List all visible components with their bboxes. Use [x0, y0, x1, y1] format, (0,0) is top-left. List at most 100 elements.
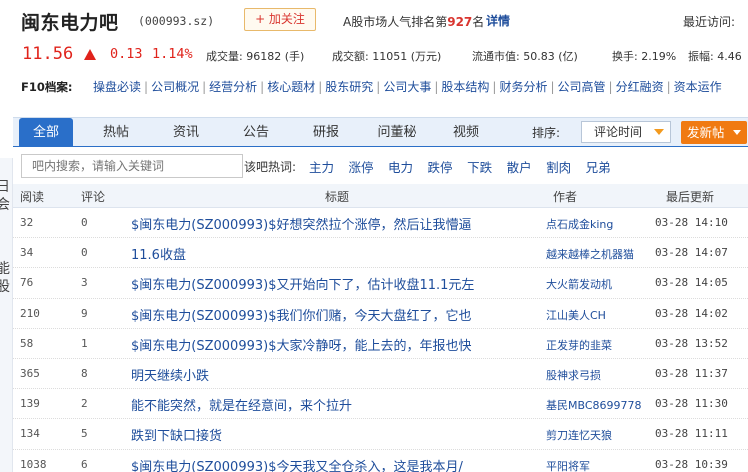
tab-announcements[interactable]: 公告 [233, 118, 279, 147]
search-row: 该吧热词: 主力涨停电力跌停下跌散户割肉兄弟 [13, 151, 748, 181]
comment-count: 3 [81, 276, 88, 290]
stock-header: 闽东电力吧 (000993.sz) + 加关注 A股市场人气排名第927名 详情… [0, 0, 748, 40]
table-row: 32 0 $闽东电力(SZ000993)$好想突然拉个涨停，然后让我懵逼 点石成… [13, 208, 748, 239]
sidebar-char: 日 [0, 176, 10, 196]
hot-word-link[interactable]: 涨停 [349, 160, 374, 175]
author-link[interactable]: 股神求弓损 [546, 367, 601, 383]
hot-words-label: 该吧热词: [244, 160, 297, 174]
turnover-rate: 换手: 2.19% [612, 50, 677, 63]
comment-count: 9 [81, 306, 88, 320]
read-count: 58 [20, 336, 34, 350]
stock-name[interactable]: 闽东电力吧 [21, 8, 119, 35]
quote-row: 11.56 0.13 1.14% 成交量: 96182 (手) 成交额: 110… [0, 44, 748, 66]
f10-link[interactable]: 资本运作 [674, 80, 722, 94]
post-title-link[interactable]: $闽东电力(SZ000993)$我们你们赌，今天大盘红了，它也 [131, 305, 471, 324]
table-row: 365 8 明天继续小跌 股神求弓损 03-28 11:37 [13, 359, 748, 390]
forum-search-input[interactable] [21, 154, 243, 178]
col-header-title: 标题 [325, 190, 350, 204]
hot-word-link[interactable]: 主力 [309, 160, 334, 175]
post-title-link[interactable]: $闽东电力(SZ000993)$好想突然拉个涨停，然后让我懵逼 [131, 214, 471, 233]
table-row: 139 2 能不能突然，就是在经意间，来个拉升 基民MBC8699778 03-… [13, 389, 748, 420]
post-title-link[interactable]: 11.6收盘 [131, 244, 186, 263]
hot-word-link[interactable]: 割肉 [546, 160, 571, 175]
sort-select[interactable]: 评论时间 [581, 121, 671, 143]
hot-word-link[interactable]: 散户 [507, 160, 532, 175]
hot-word-link[interactable]: 跌停 [428, 160, 453, 175]
author-link[interactable]: 平阳将军 [546, 458, 590, 472]
f10-link[interactable]: 经营分析 [209, 80, 257, 94]
sidebar-char: 会 [0, 194, 10, 214]
read-count: 76 [20, 276, 34, 290]
f10-link[interactable]: 操盘必读 [93, 80, 141, 94]
read-count: 32 [20, 216, 34, 229]
tab-all[interactable]: 全部 [19, 118, 73, 147]
rank-prefix: A股市场人气排名第 [343, 15, 448, 29]
f10-link[interactable]: 分红融资 [616, 80, 664, 94]
new-post-button[interactable]: 发新帖 [681, 121, 747, 144]
author-link[interactable]: 点石成金king [546, 216, 613, 232]
recent-visit-label[interactable]: 最近访问: [683, 13, 735, 30]
last-updated: 03-28 13:52 [655, 336, 728, 350]
author-link[interactable]: 剪刀连忆天狼 [546, 427, 612, 443]
divider: | [434, 80, 439, 94]
read-count: 139 [20, 397, 40, 411]
tab-research[interactable]: 研报 [303, 118, 349, 147]
author-link[interactable]: 正发芽的韭菜 [546, 337, 612, 353]
post-title-link[interactable]: $闽东电力(SZ000993)$今天我又全仓杀入，这是我本月/ [131, 456, 463, 472]
last-updated: 03-28 14:10 [655, 216, 728, 229]
new-post-label: 发新帖 [687, 125, 725, 140]
f10-link[interactable]: 公司大事 [383, 80, 431, 94]
float-market-cap: 流通市值: 50.83 (亿) [472, 50, 578, 63]
author-link[interactable]: 大火箭发动机 [546, 276, 612, 292]
f10-link[interactable]: 股东研究 [325, 80, 373, 94]
divider: | [666, 80, 671, 94]
f10-link[interactable]: 股本结构 [441, 80, 489, 94]
last-updated: 03-28 11:11 [655, 427, 728, 441]
rank-suffix: 名 [472, 15, 485, 29]
divider: | [260, 80, 265, 94]
post-title-link[interactable]: 能不能突然，就是在经意间，来个拉升 [131, 395, 352, 414]
f10-label: F10档案: [21, 80, 73, 94]
post-title-link[interactable]: $闽东电力(SZ000993)$大家冷静呀，能上去的，年报也快 [131, 335, 471, 354]
current-price: 11.56 [22, 44, 74, 64]
table-header: 阅读 评论 标题 作者 最后更新 [13, 184, 748, 208]
comment-count: 2 [81, 397, 88, 411]
post-title-link[interactable]: $闽东电力(SZ000993)$又开始向下了，估计收盘11.1元左 [131, 274, 474, 293]
divider: | [376, 80, 381, 94]
comment-count: 8 [81, 366, 88, 380]
author-link[interactable]: 越来越棒之机器猫 [546, 246, 634, 262]
tab-video[interactable]: 视频 [443, 118, 489, 147]
read-count: 365 [20, 366, 40, 380]
table-row: 134 5 跌到下缺口接货 剪刀连忆天狼 03-28 11:11 [13, 419, 748, 450]
stock-code: (000993.sz) [138, 14, 215, 28]
post-list-table: 阅读 评论 标题 作者 最后更新 32 0 $闽东电力(SZ000993)$好想… [13, 184, 748, 472]
post-title-link[interactable]: 明天继续小跌 [131, 365, 209, 384]
author-link[interactable]: 基民MBC8699778 [546, 397, 642, 413]
follow-button[interactable]: + 加关注 [244, 8, 316, 31]
rank-detail-link[interactable]: 详情 [486, 12, 510, 29]
f10-archive-row: F10档案: 操盘必读 | 公司概况 | 经营分析 | 核心题材 | 股东研究 | 公司大事 | 股本结… [0, 76, 748, 96]
col-header-comments: 评论 [81, 190, 106, 204]
price-change-percent: 1.14% [152, 46, 193, 62]
hot-word-link[interactable]: 兄弟 [586, 160, 611, 175]
read-count: 134 [20, 427, 40, 441]
table-row: 58 1 $闽东电力(SZ000993)$大家冷静呀，能上去的，年报也快 正发芽… [13, 329, 748, 359]
read-count: 210 [20, 306, 40, 320]
comment-count: 6 [81, 457, 88, 471]
hot-word-link[interactable]: 下跌 [467, 160, 492, 175]
divider: | [202, 80, 207, 94]
tab-ask-secretary[interactable]: 问董秘 [369, 118, 425, 147]
chevron-down-icon [733, 130, 741, 135]
author-link[interactable]: 江山美人CH [546, 307, 606, 323]
sort-selected-value: 评论时间 [594, 125, 643, 139]
f10-link[interactable]: 公司高管 [558, 80, 606, 94]
f10-link[interactable]: 公司概况 [151, 80, 199, 94]
f10-links: 操盘必读 | 公司概况 | 经营分析 | 核心题材 | 股东研究 | 公司大事 | 股本结构 | 财务分析 |… [93, 78, 722, 95]
hot-word-link[interactable]: 电力 [388, 160, 413, 175]
tab-hot-posts[interactable]: 热帖 [93, 118, 139, 147]
amplitude: 振幅: 4.46 [688, 50, 742, 63]
f10-link[interactable]: 财务分析 [499, 80, 547, 94]
post-title-link[interactable]: 跌到下缺口接货 [131, 425, 222, 444]
tab-news[interactable]: 资讯 [163, 118, 209, 147]
f10-link[interactable]: 核心题材 [267, 80, 315, 94]
